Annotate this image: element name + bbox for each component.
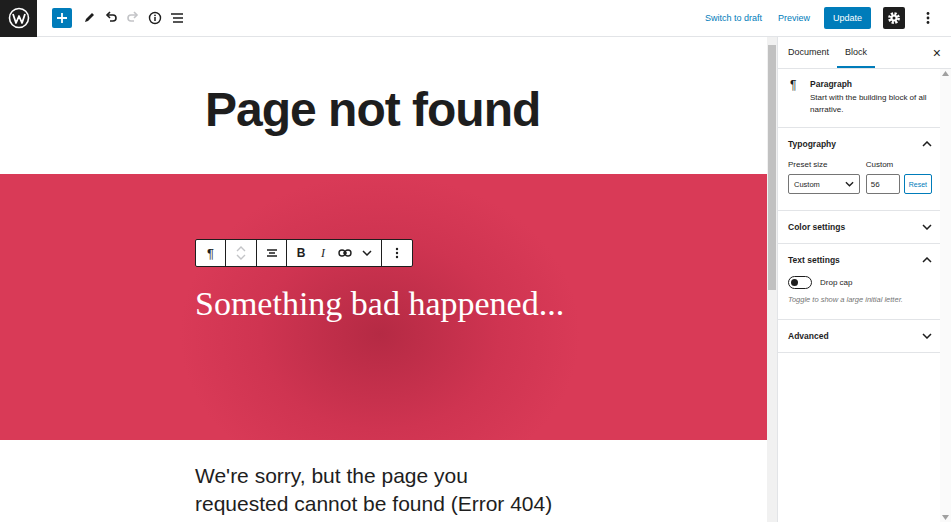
- block-toolbar: ¶ B I: [195, 239, 413, 267]
- field-label: Custom: [866, 160, 932, 169]
- kebab-icon: [395, 247, 399, 259]
- edit-tool-button[interactable]: [78, 6, 100, 30]
- editor-canvas: Page not found ¶ B I Something bad happe…: [0, 37, 767, 522]
- block-type-button[interactable]: ¶: [196, 240, 226, 266]
- settings-sidebar: DocumentBlock × ¶ Paragraph Start with t…: [777, 37, 951, 522]
- link-icon: [338, 248, 352, 258]
- panel-toggle[interactable]: Typography: [778, 128, 940, 160]
- drop-cap-toggle[interactable]: [788, 276, 812, 289]
- chevron-down-icon: [922, 224, 932, 230]
- pen-icon: [82, 11, 96, 25]
- more-formats-button[interactable]: [356, 240, 378, 266]
- cover-block[interactable]: ¶ B I Something bad happened...: [0, 174, 767, 440]
- chevron-down-icon: [845, 181, 854, 187]
- align-center-icon: [266, 247, 278, 259]
- redo-icon: [126, 11, 140, 25]
- panel-toggle[interactable]: Text settings: [778, 244, 940, 276]
- scroll-up-icon: [942, 71, 949, 76]
- cover-paragraph[interactable]: Something bad happened...: [195, 284, 767, 325]
- toggle-knob: [791, 279, 798, 286]
- custom-size-row: 56 Reset: [866, 174, 932, 194]
- sidebar-tab[interactable]: Block: [837, 37, 875, 68]
- wordpress-icon: [8, 7, 30, 29]
- info-icon: [148, 11, 162, 25]
- align-button[interactable]: [257, 240, 287, 266]
- block-card-text: Paragraph Start with the building block …: [810, 79, 930, 115]
- block-card: ¶ Paragraph Start with the building bloc…: [778, 69, 940, 128]
- paragraph-block: We're sorry, but the page you requested …: [0, 440, 767, 518]
- add-block-button[interactable]: [52, 8, 72, 28]
- sidebar-content: ¶ Paragraph Start with the building bloc…: [778, 69, 940, 522]
- panel-title: Advanced: [788, 331, 829, 341]
- chevron-up-icon: [922, 257, 932, 263]
- chevron-down-icon: [236, 254, 246, 260]
- block-name: Paragraph: [810, 79, 930, 89]
- paragraph[interactable]: We're sorry, but the page you requested …: [195, 462, 561, 518]
- bold-button[interactable]: B: [290, 240, 312, 266]
- field-label: Preset size: [788, 160, 860, 169]
- close-sidebar-button[interactable]: ×: [923, 37, 951, 68]
- chevron-down-icon: [922, 333, 932, 339]
- panel-title: Text settings: [788, 255, 840, 265]
- preview-button[interactable]: Preview: [776, 9, 812, 27]
- settings-panel: Color settings: [778, 211, 940, 244]
- tool-group: [52, 6, 188, 30]
- sidebar-tab[interactable]: Document: [780, 37, 837, 68]
- outline-button[interactable]: [166, 6, 188, 30]
- chevron-up-icon: [922, 141, 932, 147]
- info-button[interactable]: [144, 6, 166, 30]
- scrollbar-thumb[interactable]: [768, 45, 776, 290]
- list-icon: [170, 11, 184, 25]
- publish-actions: Switch to draft Preview Update: [703, 6, 951, 30]
- title-block: Page not found: [0, 37, 767, 174]
- sidebar-tabs: DocumentBlock ×: [778, 37, 951, 69]
- custom-size-input[interactable]: 56: [866, 174, 900, 194]
- typography-controls: Preset size Custom Custom 56 Reset: [778, 160, 940, 210]
- settings-button[interactable]: [883, 7, 905, 29]
- page-title[interactable]: Page not found: [205, 81, 767, 139]
- block-options-button[interactable]: [382, 240, 412, 266]
- drop-cap-row: Drop cap: [788, 276, 932, 289]
- sidebar-scrollbar[interactable]: [940, 69, 951, 522]
- settings-panel: Advanced: [778, 320, 940, 353]
- editor-scrollbar[interactable]: [767, 37, 777, 522]
- preset-size-select[interactable]: Custom: [788, 174, 860, 194]
- kebab-icon: [926, 11, 930, 25]
- chevron-down-icon: [362, 250, 372, 256]
- plus-icon: [56, 12, 68, 24]
- text-settings-controls: Drop cap Toggle to show a large initial …: [778, 276, 940, 319]
- preset-size-field: Preset size Custom: [788, 160, 860, 194]
- link-button[interactable]: [334, 240, 356, 266]
- panel-title: Typography: [788, 139, 836, 149]
- panel-title: Color settings: [788, 222, 845, 232]
- toggle-label: Drop cap: [820, 278, 852, 287]
- panel-toggle[interactable]: Advanced: [778, 320, 940, 352]
- settings-panel: Text settings Drop cap Toggle to show a …: [778, 244, 940, 320]
- switch-to-draft-button[interactable]: Switch to draft: [703, 9, 764, 27]
- select-value: Custom: [794, 180, 820, 189]
- panel-toggle[interactable]: Color settings: [778, 211, 940, 243]
- block-description: Start with the building block of all nar…: [810, 92, 930, 115]
- format-group: B I: [287, 240, 382, 266]
- undo-button[interactable]: [100, 6, 122, 30]
- workspace: Page not found ¶ B I Something bad happe…: [0, 37, 951, 522]
- block-editor: Switch to draft Preview Update Page not …: [0, 0, 951, 522]
- redo-button[interactable]: [122, 6, 144, 30]
- reset-button[interactable]: Reset: [904, 174, 932, 194]
- italic-button[interactable]: I: [312, 240, 334, 266]
- help-text: Toggle to show a large initial letter.: [788, 295, 932, 305]
- gear-icon: [887, 11, 901, 25]
- settings-panel: Typography Preset size Custom Custom 56 …: [778, 128, 940, 211]
- block-mover[interactable]: [226, 240, 257, 266]
- sidebar-body: ¶ Paragraph Start with the building bloc…: [778, 69, 951, 522]
- more-menu-button[interactable]: [917, 6, 939, 30]
- paragraph-icon: ¶: [790, 79, 802, 115]
- chevron-up-icon: [236, 246, 246, 252]
- undo-icon: [104, 11, 118, 25]
- custom-size-field: Custom 56 Reset: [866, 160, 932, 194]
- update-button[interactable]: Update: [824, 7, 871, 29]
- wordpress-logo[interactable]: [0, 0, 37, 37]
- scroll-down-icon: [942, 515, 949, 520]
- top-toolbar: Switch to draft Preview Update: [0, 0, 951, 37]
